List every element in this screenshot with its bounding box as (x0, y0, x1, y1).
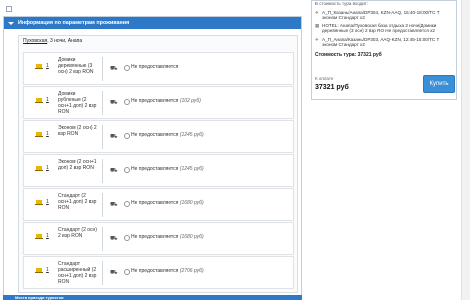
room-radio[interactable] (124, 201, 130, 207)
accommodation-list: Пуховская, 3 ночи, Анапа 1 Домики деревян… (18, 35, 298, 293)
bed-icon (35, 132, 43, 137)
bed-icon (35, 200, 43, 205)
room-price: (1245 руб) (179, 166, 204, 172)
row-divider (102, 159, 103, 183)
page-scrollbar[interactable] (461, 0, 470, 300)
room-radio[interactable] (124, 269, 130, 275)
room-title: Стандарт (2 осн+1 доп) 2 взр RON (58, 193, 97, 211)
room-option: Не предоставляется (102 руб) (131, 98, 201, 104)
tour-cost: Стоимость тура: 37321 руб (315, 52, 382, 58)
room-option-row: 1 Эконом (2 осн) 2 взр RON ⛟ Не предоставля… (23, 120, 294, 153)
bed-icon (35, 166, 43, 171)
tourists-panel-title: Места приезда туристов (15, 295, 64, 300)
room-price: (1680 руб) (179, 200, 204, 206)
room-option-label: Не предоставляется (131, 200, 179, 206)
row-divider (102, 193, 103, 217)
transfer-icon: ⛟ (110, 66, 118, 72)
tour-service-text: А_П_Анапа/Казань/DP303, AAQ-KZN, 12:45-1… (322, 37, 440, 48)
hotel-summary: Пуховская, 3 ночи, Анапа (23, 38, 82, 44)
tour-service-line: ✈ А_П_Анапа/Казань/DP303, AAQ-KZN, 12:45-… (315, 37, 450, 48)
transfer-icon: ⛟ (110, 202, 118, 208)
room-option-label: Не предоставляется (131, 132, 179, 138)
bed-icon (35, 234, 43, 239)
room-price: (2706 руб) (179, 268, 204, 274)
tour-service-line: ✈ А_П_Казань/Анапа/DP304, KZN-AAQ, 15:40-… (315, 10, 450, 21)
room-option-row: 1 Стандарт (2 осн+1 доп) 2 взр RON ⛟ Не пре… (23, 188, 294, 221)
room-option-row: 1 Эконом (2 осн+1 доп) 2 взр RON ⛟ Не предо… (23, 154, 294, 187)
hotel-summary-details: , 3 ночи, Анапа (47, 38, 83, 44)
transfer-icon: ⛟ (110, 236, 118, 242)
room-option-label: Не предоставляется (131, 234, 179, 240)
room-option-label: Не предоставляется (131, 166, 179, 172)
room-radio[interactable] (124, 99, 130, 105)
room-option-label: Не предоставляется (131, 268, 179, 274)
room-option-row: 1 Домики рубленые (2 осн+1 доп) 2 взр RON… (23, 86, 294, 119)
room-count[interactable]: 1 (46, 199, 54, 207)
room-count[interactable]: 1 (46, 131, 54, 139)
room-title: Стандарт расширенный (2 осн+1 доп) 2 взр… (58, 261, 97, 285)
row-divider (102, 261, 103, 285)
transfer-icon: ⛟ (110, 270, 118, 276)
accommodation-panel-header[interactable]: Информация по параметрам проживания (4, 17, 301, 29)
room-radio[interactable] (124, 167, 130, 173)
plane-icon: ✈ (315, 37, 319, 42)
room-count[interactable]: 1 (46, 97, 54, 105)
accommodation-panel-title: Информация по параметрам проживания (18, 20, 130, 26)
tour-summary-sidebar: В стоимость тура входит: ✈ А_П_Казань/Ана… (311, 0, 457, 100)
room-count[interactable]: 1 (46, 267, 54, 275)
tour-service-text: HOTEL: Анапа/Пуховская база отдыха 3 ноч… (322, 23, 437, 34)
room-radio[interactable] (124, 65, 130, 71)
row-divider (102, 227, 103, 251)
room-radio[interactable] (124, 133, 130, 139)
sidebar-heading: В стоимость тура входит: (315, 1, 369, 6)
room-title: Домики деревянные (3 осн) 2 взр RON (58, 57, 94, 75)
plane-icon: ✈ (315, 10, 319, 15)
room-option: Не предоставляется (1245 руб) (131, 132, 204, 138)
room-count[interactable]: 1 (46, 63, 54, 71)
room-option: Не предоставляется (2706 руб) (131, 268, 204, 274)
transfer-icon: ⛟ (110, 168, 118, 174)
row-divider (102, 91, 103, 115)
room-radio[interactable] (124, 235, 130, 241)
hotel-link[interactable]: Пуховская (23, 38, 47, 44)
room-option-label: Не предоставляется (131, 98, 179, 104)
pay-value: 37321 руб (315, 84, 349, 91)
room-count[interactable]: 1 (46, 233, 54, 241)
bed-icon (35, 98, 43, 103)
room-price: (102 руб) (179, 98, 201, 104)
top-checkbox[interactable] (6, 6, 12, 12)
room-count[interactable]: 1 (46, 165, 54, 173)
transfer-icon: ⛟ (110, 134, 118, 140)
room-option: Не предоставляется (1680 руб) (131, 234, 204, 240)
hotel-icon: ▦ (315, 23, 320, 28)
room-option-label: Не предоставляется (131, 64, 179, 70)
room-title: Домики рубленые (2 осн+1 доп) 2 взр RON (58, 91, 97, 115)
row-divider (102, 125, 103, 149)
room-title: Эконом (2 осн+1 доп) 2 взр RON (58, 159, 97, 171)
room-option: Не предоставляется (1680 руб) (131, 200, 204, 206)
pay-label: К оплате (315, 76, 334, 81)
room-price: (1680 руб) (179, 234, 204, 240)
transfer-icon: ⛟ (110, 100, 118, 106)
tourists-panel-header[interactable]: Места приезда туристов (3, 295, 302, 300)
room-option-row: 1 Домики деревянные (3 осн) 2 взр RON ⛟ Не … (23, 52, 294, 85)
room-title: Эконом (2 осн) 2 взр RON (58, 125, 97, 137)
tour-service-line: ▦ HOTEL: Анапа/Пуховская база отдыха 3 но… (315, 23, 450, 34)
bed-icon (35, 268, 43, 273)
accommodation-panel: Информация по параметрам проживания Пухо… (3, 16, 302, 298)
collapse-arrow-icon[interactable] (8, 21, 14, 25)
buy-button[interactable]: Купить (423, 75, 455, 93)
room-option-row: 1 Стандарт расширенный (2 осн+1 доп) 2 вз… (23, 256, 294, 289)
room-price: (1245 руб) (179, 132, 204, 138)
room-option: Не предоставляется (131, 64, 178, 70)
room-option-row: 1 Стандарт (2 осн) 2 взр RON ⛟ Не предостав… (23, 222, 294, 255)
room-title: Стандарт (2 осн) 2 взр RON (58, 227, 97, 239)
bed-icon (35, 64, 43, 69)
room-option: Не предоставляется (1245 руб) (131, 166, 204, 172)
tour-service-text: А_П_Казань/Анапа/DP304, KZN-AAQ, 15:40-1… (322, 10, 440, 21)
row-divider (102, 57, 103, 81)
